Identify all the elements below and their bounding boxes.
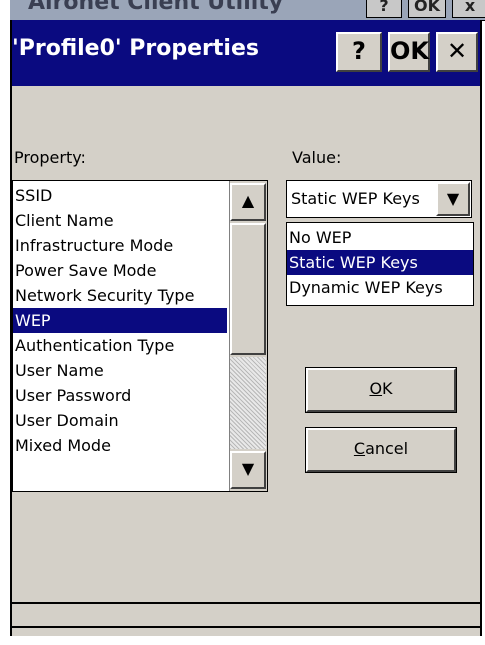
dialog-title: 'Profile0' Properties [12, 36, 259, 61]
value-option-dynamic-wep-keys[interactable]: Dynamic WEP Keys [287, 275, 473, 300]
cancel-button-mnemonic: C [353, 439, 366, 458]
scroll-up-button[interactable]: ▲ [230, 183, 266, 221]
property-item-user-name[interactable]: User Name [13, 358, 227, 383]
value-dropdown-button[interactable]: ▼ [436, 182, 470, 216]
value-combobox-text: Static WEP Keys [291, 189, 420, 208]
background-window-title: Aironet Client Utility [28, 0, 284, 15]
cancel-button-label: ancel [365, 439, 409, 458]
property-item-user-domain[interactable]: User Domain [13, 408, 227, 433]
property-scrollbar[interactable]: ▲ ▼ [229, 181, 267, 491]
scroll-thumb[interactable] [230, 223, 266, 355]
arrow-down-icon: ▼ [241, 459, 255, 478]
ok-button-mnemonic: O [369, 379, 383, 398]
property-item-infrastructure-mode[interactable]: Infrastructure Mode [13, 233, 227, 258]
property-listbox[interactable]: SSID Client Name Infrastructure Mode Pow… [12, 180, 268, 492]
property-label: Property: [14, 148, 86, 167]
scroll-track[interactable] [230, 357, 266, 449]
arrow-up-icon: ▲ [241, 191, 255, 210]
value-dropdown-list[interactable]: No WEP Static WEP Keys Dynamic WEP Keys [286, 222, 474, 306]
titlebar-ok-button[interactable]: OK [388, 32, 430, 72]
property-item-mixed-mode[interactable]: Mixed Mode [13, 433, 227, 458]
bottom-status-bar [12, 602, 480, 628]
profile-properties-dialog: 'Profile0' Properties ? OK ✕ Property: V… [10, 20, 482, 636]
background-ok-button[interactable]: OK [408, 0, 446, 18]
background-help-button[interactable]: ? [366, 0, 402, 18]
help-button[interactable]: ? [336, 32, 382, 72]
close-button[interactable]: ✕ [436, 32, 478, 72]
property-item-wep[interactable]: WEP [13, 308, 227, 333]
scroll-down-button[interactable]: ▼ [230, 451, 266, 489]
property-item-power-save-mode[interactable]: Power Save Mode [13, 258, 227, 283]
value-option-no-wep[interactable]: No WEP [287, 225, 473, 250]
chevron-down-icon: ▼ [446, 189, 460, 208]
background-window-titlebar: Aironet Client Utility ? OK x [10, 0, 485, 21]
value-option-static-wep-keys[interactable]: Static WEP Keys [287, 250, 473, 275]
background-close-button[interactable]: x [452, 0, 485, 18]
property-item-network-security-type[interactable]: Network Security Type [13, 283, 227, 308]
cancel-button[interactable]: Cancel [305, 427, 457, 473]
dialog-titlebar: 'Profile0' Properties ? OK ✕ [12, 20, 480, 86]
property-item-ssid[interactable]: SSID [13, 183, 227, 208]
value-combobox[interactable]: Static WEP Keys ▼ [286, 180, 472, 218]
property-item-client-name[interactable]: Client Name [13, 208, 227, 233]
value-label: Value: [292, 148, 342, 167]
property-item-authentication-type[interactable]: Authentication Type [13, 333, 227, 358]
property-item-user-password[interactable]: User Password [13, 383, 227, 408]
ok-button[interactable]: OK [305, 367, 457, 413]
ok-button-label: K [382, 379, 393, 398]
